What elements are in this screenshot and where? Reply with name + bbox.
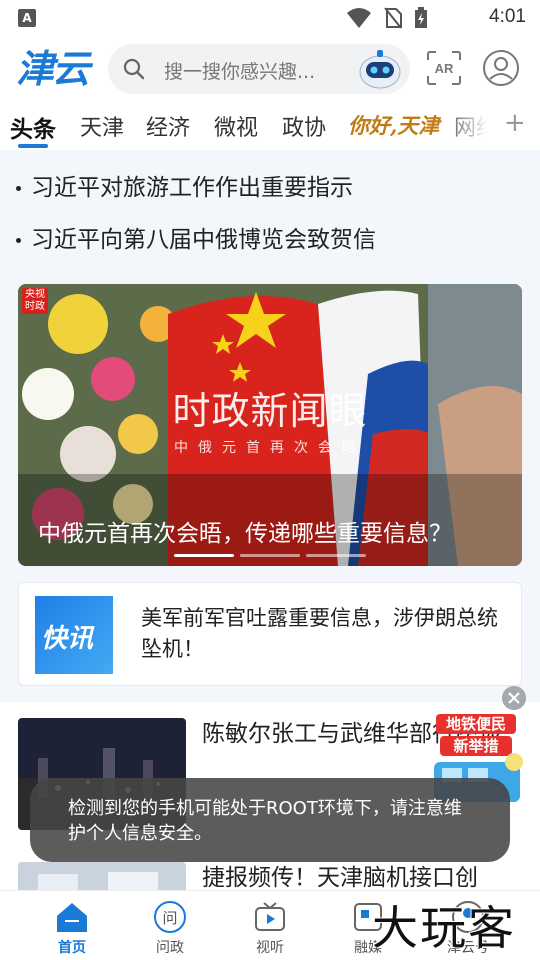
active-tab-indicator <box>18 144 48 148</box>
watermark: 大玩客 <box>372 901 516 955</box>
flash-news-text: 美军前军官吐露重要信息，涉伊朗总统坠机！ <box>141 606 498 661</box>
tab-headlines[interactable]: 头条 <box>10 110 56 144</box>
ask-icon: 问 <box>154 901 186 933</box>
banner-overlay: 时政新闻眼 中俄元首再次会晤 <box>18 380 522 457</box>
user-icon <box>483 50 519 86</box>
status-bar: A 4:01 <box>0 0 540 36</box>
tab-economy[interactable]: 经济 <box>146 110 190 142</box>
top-news-item[interactable]: 习近平对旅游工作作出重要指示 <box>16 168 353 202</box>
clock: 4:01 <box>489 6 526 27</box>
ar-icon: AR <box>427 51 461 85</box>
wifi-icon <box>347 8 371 28</box>
app-header: 津云 搜一搜你感兴趣... AR <box>0 36 540 104</box>
banner-carousel[interactable]: 央视 时政 时政新闻眼 中俄元首再次会晤 中俄元首再次会晤，传递哪些重要信息？ <box>18 284 522 566</box>
home-icon <box>57 903 87 932</box>
svg-text:AR: AR <box>435 61 454 76</box>
flash-news-logo: 快讯 <box>35 596 113 674</box>
carousel-dot[interactable] <box>306 554 366 557</box>
carousel-dot[interactable] <box>240 554 300 557</box>
user-profile-button[interactable] <box>482 49 520 87</box>
nav-video[interactable]: 视听 <box>220 891 320 960</box>
battery-charging-icon <box>415 7 427 28</box>
flash-news-card[interactable]: 快讯 美军前军官吐露重要信息，涉伊朗总统坠机！ <box>18 582 522 686</box>
search-bar[interactable]: 搜一搜你感兴趣... <box>108 44 410 94</box>
nav-home[interactable]: 首页 <box>22 891 122 960</box>
root-warning-toast: 检测到您的手机可能处于ROOT环境下，请注意维护个人信息安全。 <box>30 778 510 862</box>
feed: 习近平对旅游工作作出重要指示 习近平向第八届中俄博览会致贺信 央视 时政 时政新… <box>0 150 540 890</box>
tv-icon <box>255 902 285 931</box>
channel-tabs: 头条 天津 经济 微视 政协 你好,天津 网络 + <box>0 104 540 150</box>
svg-text:地铁便民: 地铁便民 <box>446 715 506 733</box>
notification-badge: A <box>18 9 36 27</box>
cctv-tag: 央视 时政 <box>22 288 48 314</box>
robot-assistant-icon[interactable] <box>358 48 402 90</box>
search-placeholder: 搜一搜你感兴趣... <box>164 61 316 83</box>
tab-fade <box>438 104 500 150</box>
ar-scan-button[interactable]: AR <box>426 50 462 86</box>
app-logo[interactable]: 津云 <box>16 42 96 96</box>
close-ad-button[interactable] <box>502 686 526 710</box>
banner-caption: 中俄元首再次会晤，传递哪些重要信息？ <box>38 521 452 547</box>
carousel-indicators <box>174 554 366 557</box>
banner-overlay-subtitle: 中俄元首再次会晤 <box>174 440 366 456</box>
search-icon <box>123 58 145 80</box>
close-icon <box>508 692 520 704</box>
tab-micro-video[interactable]: 微视 <box>214 110 258 142</box>
news-thumbnail <box>18 862 186 890</box>
tab-cppcc[interactable]: 政协 <box>282 110 326 142</box>
list-item[interactable]: 捷报频传！天津脑机接口创 <box>0 862 540 890</box>
nav-ask[interactable]: 问 问政 <box>120 891 220 960</box>
no-sim-icon <box>384 7 402 29</box>
top-news-list: 习近平对旅游工作作出重要指示 习近平向第八届中俄博览会致贺信 <box>0 150 540 270</box>
banner-overlay-title: 时政新闻眼 <box>172 389 368 433</box>
tab-hello-tianjin[interactable]: 你好,天津 <box>348 110 439 140</box>
tab-tianjin[interactable]: 天津 <box>80 110 124 142</box>
news-title: 捷报频传！天津脑机接口创 <box>202 865 478 890</box>
add-channel-icon[interactable]: + <box>504 108 526 138</box>
svg-text:问: 问 <box>162 909 177 927</box>
svg-text:新举措: 新举措 <box>453 737 498 755</box>
carousel-dot[interactable] <box>174 554 234 557</box>
top-news-item[interactable]: 习近平向第八届中俄博览会致贺信 <box>16 220 376 254</box>
